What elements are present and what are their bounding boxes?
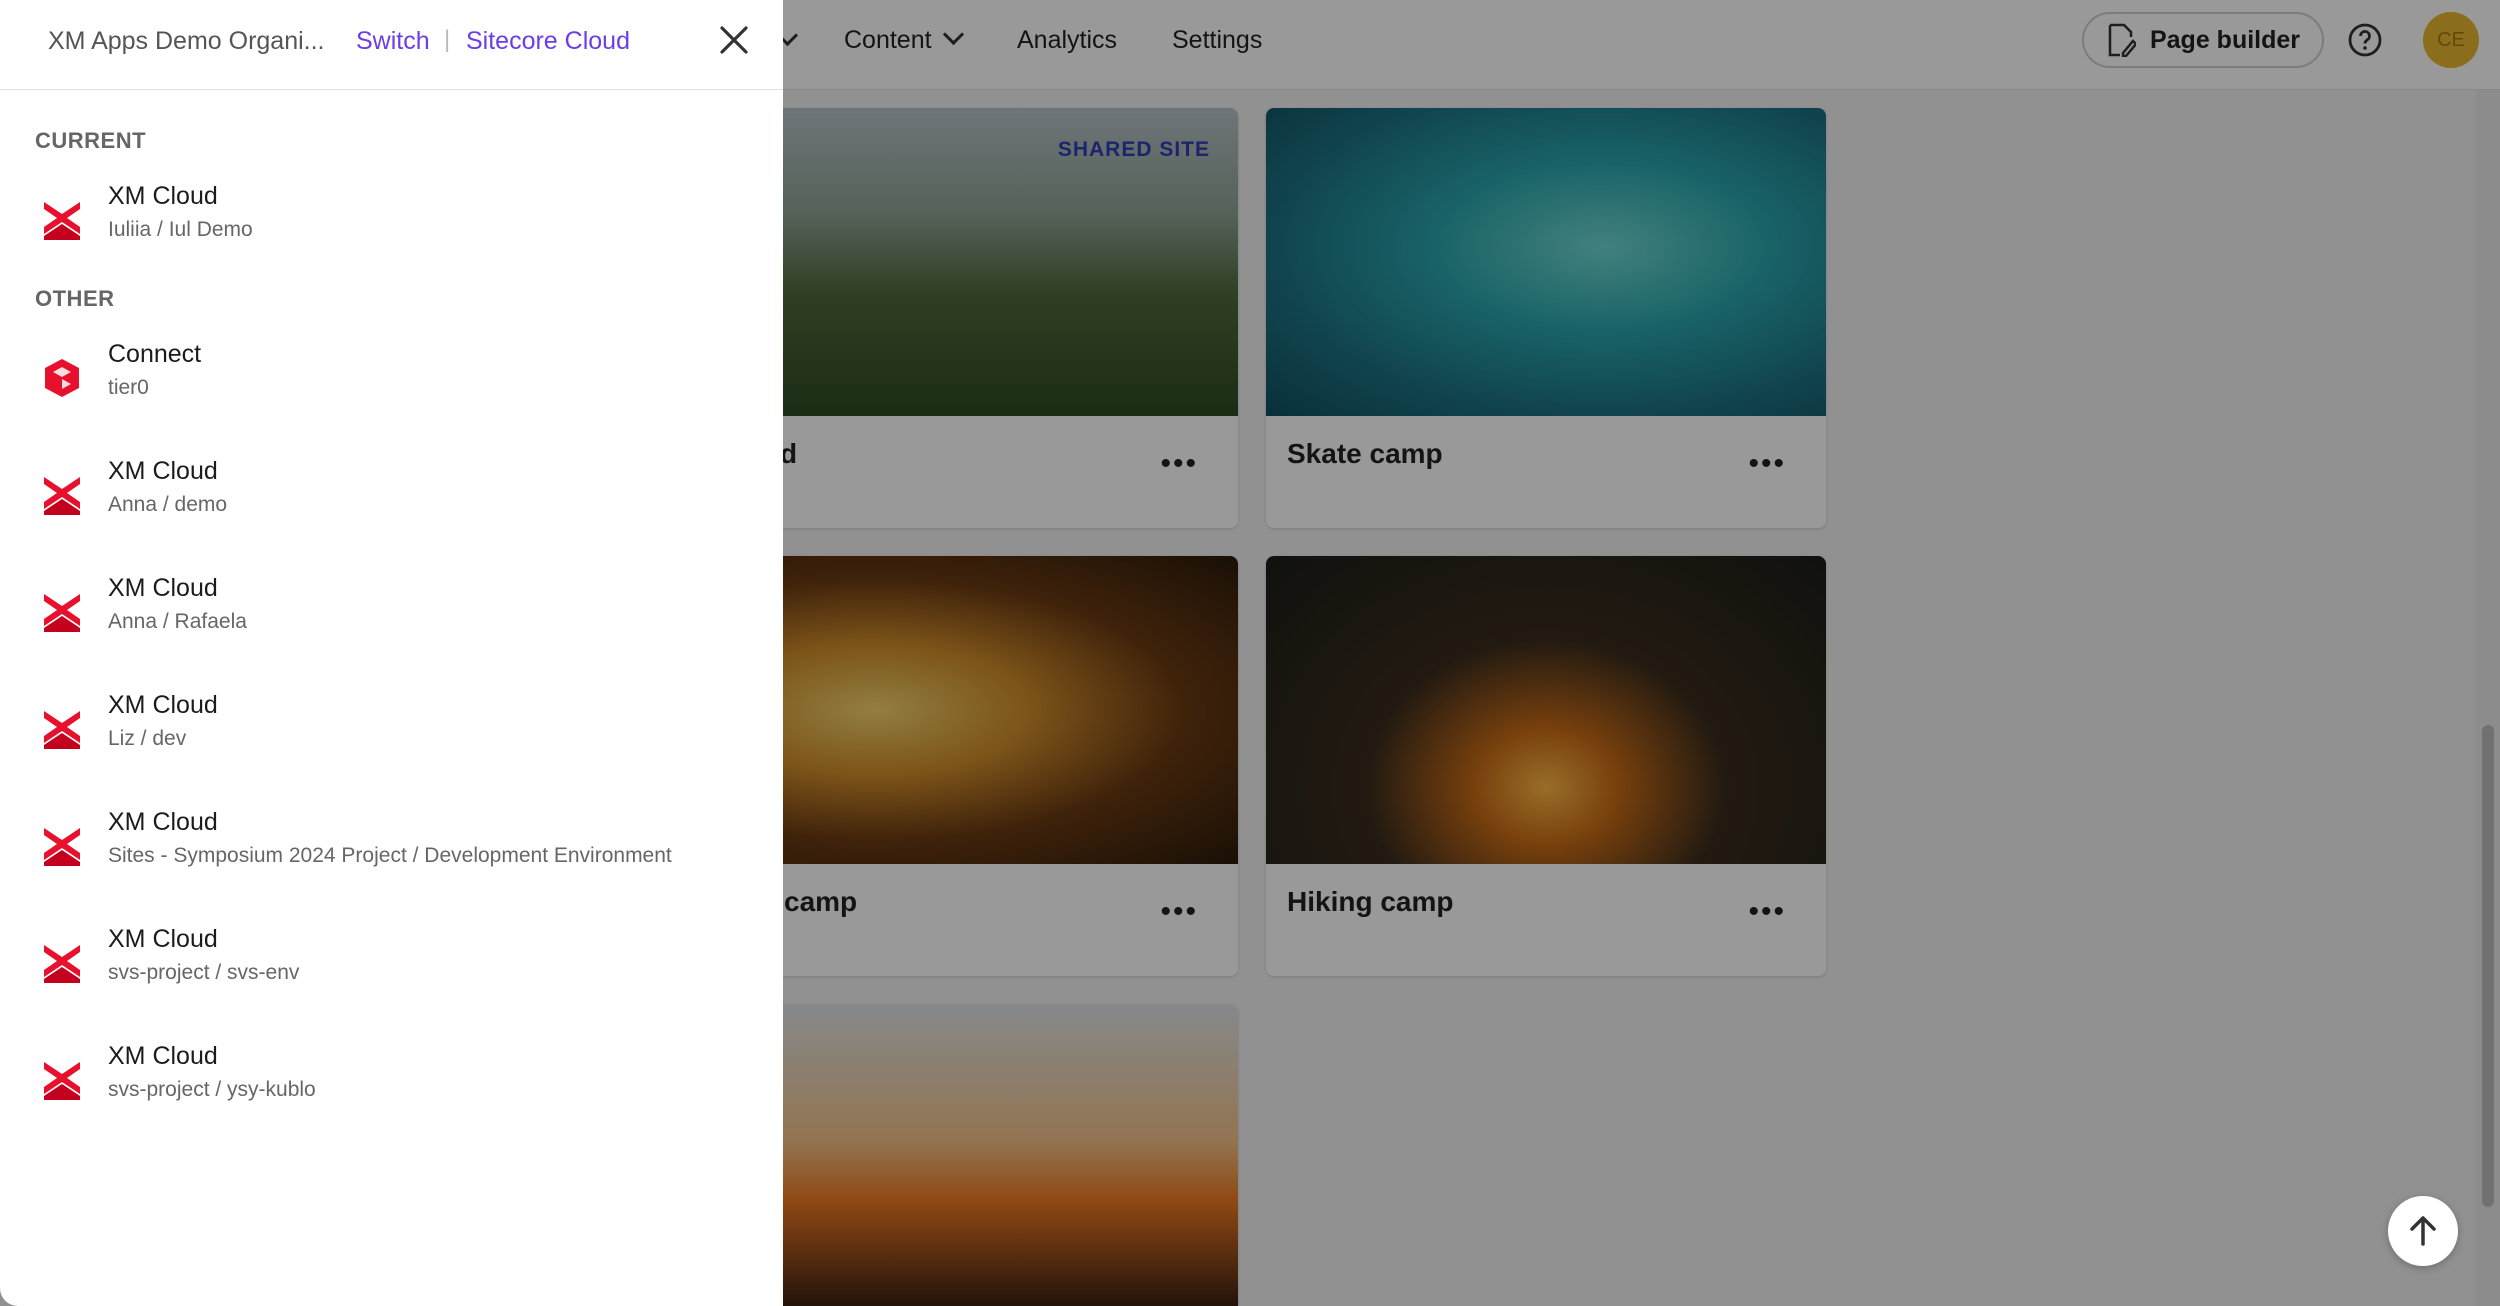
xm-cloud-logo-icon xyxy=(44,594,80,632)
drawer-header: XM Apps Demo Organi... Switch | Sitecore… xyxy=(0,0,783,90)
app-item[interactable]: XM Cloud Liz / dev xyxy=(0,691,783,781)
section-label-current: CURRENT xyxy=(35,128,147,153)
app-name: XM Cloud xyxy=(108,457,218,485)
app-item[interactable]: XM Cloud svs-project / ysy-kublo xyxy=(0,1042,783,1132)
app-name: XM Cloud xyxy=(108,182,218,210)
xm-cloud-logo-icon xyxy=(44,711,80,749)
app-name: XM Cloud xyxy=(108,574,218,602)
sitecore-cloud-link[interactable]: Sitecore Cloud xyxy=(466,27,630,56)
xm-cloud-logo-icon xyxy=(44,477,80,515)
xm-cloud-logo-icon xyxy=(44,945,80,983)
scroll-to-top-button[interactable] xyxy=(2388,1196,2458,1266)
app-item[interactable]: XM Cloud Anna / Rafaela xyxy=(0,574,783,664)
link-separator: | xyxy=(444,26,451,53)
app-item[interactable]: XM Cloud svs-project / svs-env xyxy=(0,925,783,1015)
app-environment: Sites - Symposium 2024 Project / Develop… xyxy=(108,844,672,867)
organization-name: XM Apps Demo Organi... xyxy=(48,27,325,55)
app-environment: svs-project / svs-env xyxy=(108,961,300,984)
connect-logo-icon xyxy=(45,359,79,397)
app-item[interactable]: Connect tier0 xyxy=(0,340,783,430)
arrow-up-icon xyxy=(2410,1216,2436,1246)
app-item-current[interactable]: XM Cloud Iuliia / Iul Demo xyxy=(0,182,783,272)
xm-cloud-logo-icon xyxy=(44,202,80,240)
app-environment: svs-project / ysy-kublo xyxy=(108,1078,316,1101)
app-item[interactable]: XM Cloud Anna / demo xyxy=(0,457,783,547)
app-environment: Anna / Rafaela xyxy=(108,610,247,633)
app-name: Connect xyxy=(108,340,202,368)
app-environment: Liz / dev xyxy=(108,727,187,750)
app-environment: Anna / demo xyxy=(108,493,228,516)
switch-organization-link[interactable]: Switch xyxy=(356,27,430,56)
app-switcher-drawer: XM Apps Demo Organi... Switch | Sitecore… xyxy=(0,0,783,1306)
app-name: XM Cloud xyxy=(108,691,218,719)
app-name: XM Cloud xyxy=(108,808,218,836)
xm-cloud-logo-icon xyxy=(44,828,80,866)
app-environment: Iuliia / Iul Demo xyxy=(108,218,253,241)
app-name: XM Cloud xyxy=(108,1042,218,1070)
app-name: XM Cloud xyxy=(108,925,218,953)
close-icon[interactable] xyxy=(718,24,750,56)
xm-cloud-logo-icon xyxy=(44,1062,80,1100)
app-item[interactable]: XM Cloud Sites - Symposium 2024 Project … xyxy=(0,808,783,898)
section-label-other: OTHER xyxy=(35,286,115,311)
app-environment: tier0 xyxy=(108,376,149,399)
